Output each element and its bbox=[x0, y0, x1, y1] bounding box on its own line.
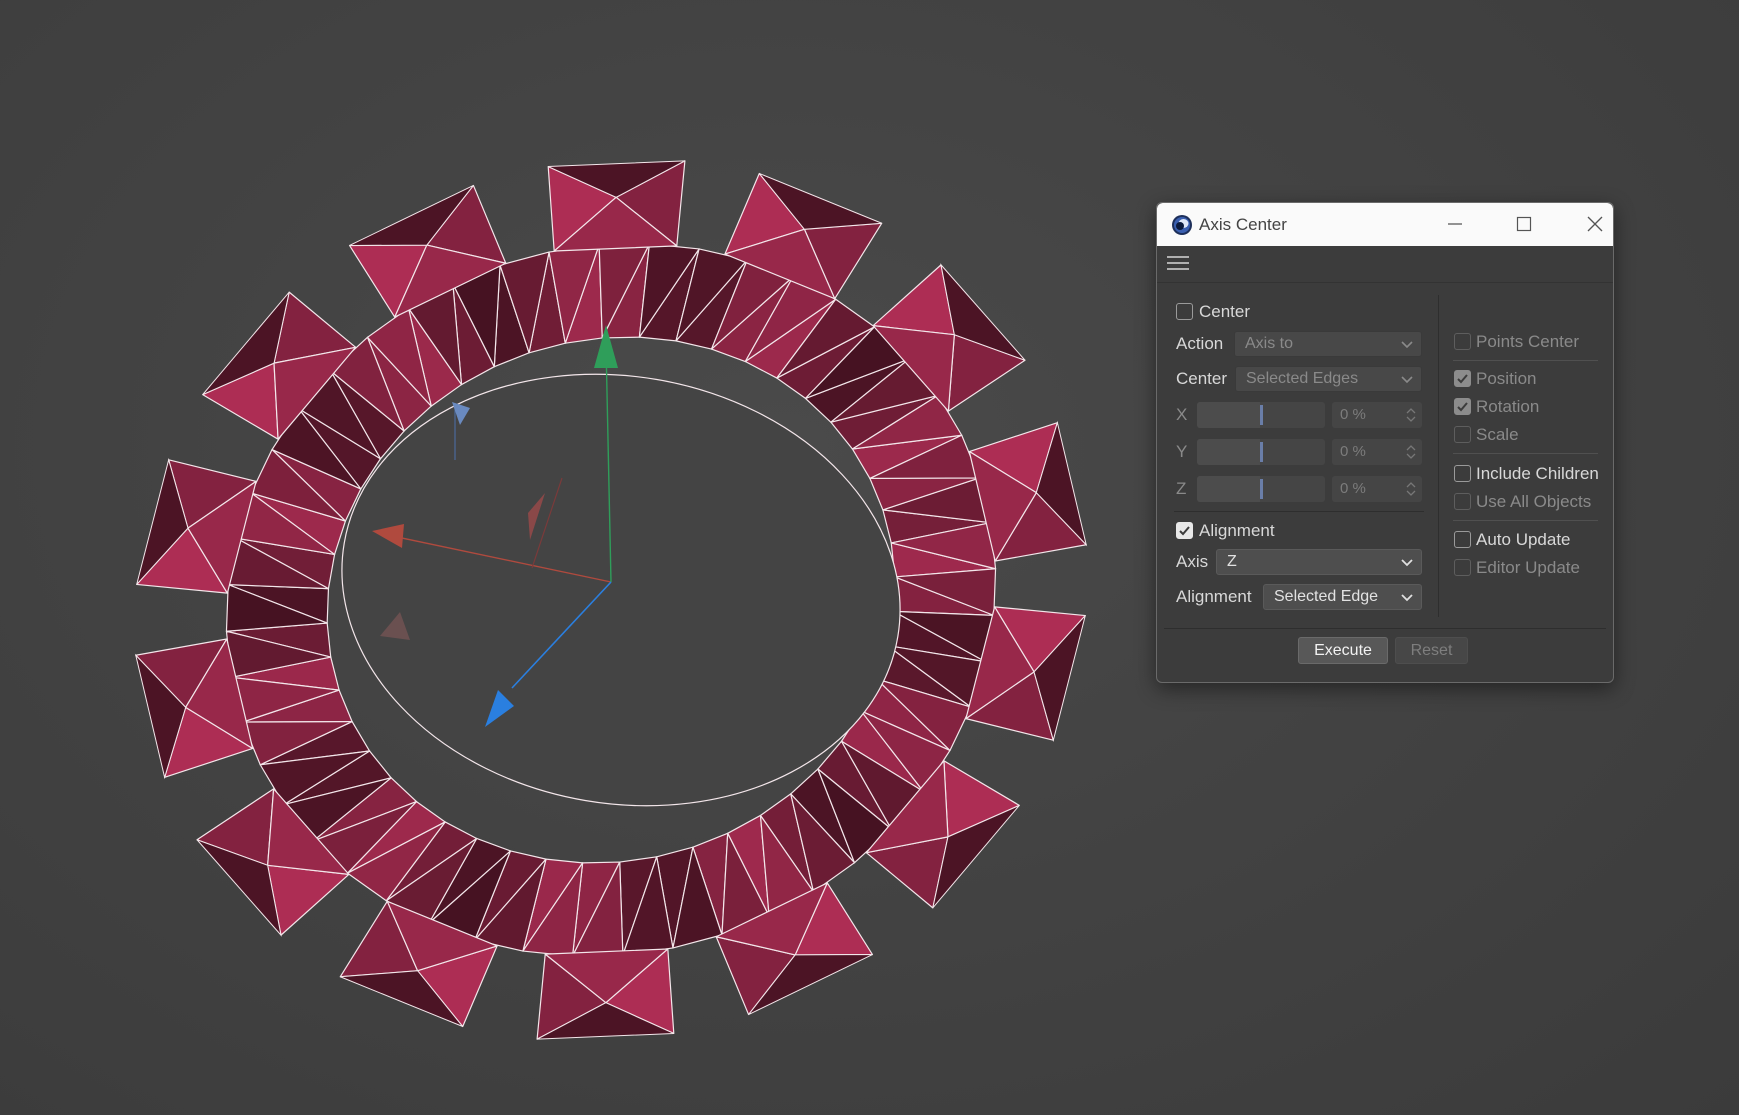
x-axis-label: X bbox=[1176, 405, 1188, 424]
cinema4d-app-icon bbox=[1171, 214, 1193, 236]
column-divider bbox=[1438, 295, 1439, 617]
stepper-arrows-icon[interactable] bbox=[1406, 444, 1416, 460]
x-value-field[interactable]: 0 % bbox=[1332, 402, 1422, 428]
reset-button[interactable]: Reset bbox=[1395, 637, 1468, 664]
hamburger-menu-icon[interactable] bbox=[1167, 256, 1189, 274]
stepper-arrows-icon[interactable] bbox=[1406, 407, 1416, 423]
use-all-objects-label: Use All Objects bbox=[1476, 492, 1592, 511]
alignment-checkbox-label: Alignment bbox=[1199, 521, 1275, 540]
use-all-objects-checkbox[interactable] bbox=[1454, 493, 1471, 510]
maximize-icon bbox=[1516, 216, 1532, 232]
action-dropdown[interactable]: Axis to bbox=[1234, 331, 1422, 357]
chevron-down-icon bbox=[1401, 376, 1413, 384]
divider bbox=[1453, 520, 1598, 521]
divider bbox=[1453, 360, 1598, 361]
scale-label: Scale bbox=[1476, 425, 1519, 444]
checkmark-icon bbox=[1457, 402, 1468, 412]
rotation-label: Rotation bbox=[1476, 397, 1540, 416]
close-icon bbox=[1587, 216, 1603, 232]
axis-center-dialog: Axis Center Center Action Axis to Center… bbox=[1156, 202, 1614, 683]
auto-update-checkbox[interactable] bbox=[1454, 531, 1471, 548]
z-axis-label: Z bbox=[1176, 479, 1187, 498]
include-children-label: Include Children bbox=[1476, 464, 1599, 483]
alignment-mode-dropdown-value: Selected Edge bbox=[1274, 588, 1379, 605]
center-mode-dropdown-value: Selected Edges bbox=[1246, 370, 1359, 387]
editor-update-label: Editor Update bbox=[1476, 558, 1580, 577]
z-value-field[interactable]: 0 % bbox=[1332, 476, 1422, 502]
alignment-checkbox[interactable] bbox=[1176, 522, 1193, 539]
dialog-toolbar bbox=[1157, 246, 1613, 283]
center-checkbox[interactable] bbox=[1176, 303, 1193, 320]
y-value: 0 % bbox=[1340, 443, 1366, 460]
minimize-icon bbox=[1448, 223, 1462, 225]
dialog-title: Axis Center bbox=[1199, 215, 1287, 234]
close-button[interactable] bbox=[1573, 209, 1613, 239]
rotation-checkbox[interactable] bbox=[1454, 398, 1471, 415]
points-center-checkbox[interactable] bbox=[1454, 333, 1471, 350]
gear-tooth bbox=[872, 264, 955, 336]
footer-divider bbox=[1164, 628, 1606, 629]
editor-update-checkbox[interactable] bbox=[1454, 559, 1471, 576]
y-slider[interactable] bbox=[1197, 439, 1325, 465]
center-checkbox-label: Center bbox=[1199, 302, 1251, 321]
alignment-mode-label: Alignment bbox=[1176, 587, 1252, 606]
center-mode-label: Center bbox=[1176, 369, 1228, 388]
x-value: 0 % bbox=[1340, 406, 1366, 423]
maximize-button[interactable] bbox=[1502, 209, 1546, 239]
position-checkbox[interactable] bbox=[1454, 370, 1471, 387]
z-slider[interactable] bbox=[1197, 476, 1325, 502]
axis-dropdown-value: Z bbox=[1227, 553, 1237, 570]
y-axis-label: Y bbox=[1176, 442, 1188, 461]
execute-button[interactable]: Execute bbox=[1298, 637, 1388, 664]
x-slider[interactable] bbox=[1197, 402, 1325, 428]
dialog-titlebar[interactable]: Axis Center bbox=[1157, 203, 1613, 246]
gear-tooth bbox=[267, 864, 350, 936]
z-value: 0 % bbox=[1340, 480, 1366, 497]
position-label: Position bbox=[1476, 369, 1537, 388]
include-children-checkbox[interactable] bbox=[1454, 465, 1471, 482]
chevron-down-icon bbox=[1401, 594, 1413, 602]
points-center-label: Points Center bbox=[1476, 332, 1579, 351]
divider bbox=[1174, 511, 1424, 512]
checkmark-icon bbox=[1179, 526, 1190, 536]
y-value-field[interactable]: 0 % bbox=[1332, 439, 1422, 465]
stepper-arrows-icon[interactable] bbox=[1406, 481, 1416, 497]
divider bbox=[1453, 453, 1598, 454]
axis-label: Axis bbox=[1176, 552, 1209, 571]
chevron-down-icon bbox=[1401, 341, 1413, 349]
checkmark-icon bbox=[1457, 374, 1468, 384]
alignment-mode-dropdown[interactable]: Selected Edge bbox=[1263, 584, 1422, 610]
chevron-down-icon bbox=[1401, 559, 1413, 567]
minimize-button[interactable] bbox=[1433, 209, 1477, 239]
scale-checkbox[interactable] bbox=[1454, 426, 1471, 443]
center-mode-dropdown[interactable]: Selected Edges bbox=[1235, 366, 1422, 392]
action-label: Action bbox=[1176, 334, 1224, 353]
axis-dropdown[interactable]: Z bbox=[1216, 549, 1422, 575]
auto-update-label: Auto Update bbox=[1476, 530, 1571, 549]
action-dropdown-value: Axis to bbox=[1245, 335, 1294, 352]
